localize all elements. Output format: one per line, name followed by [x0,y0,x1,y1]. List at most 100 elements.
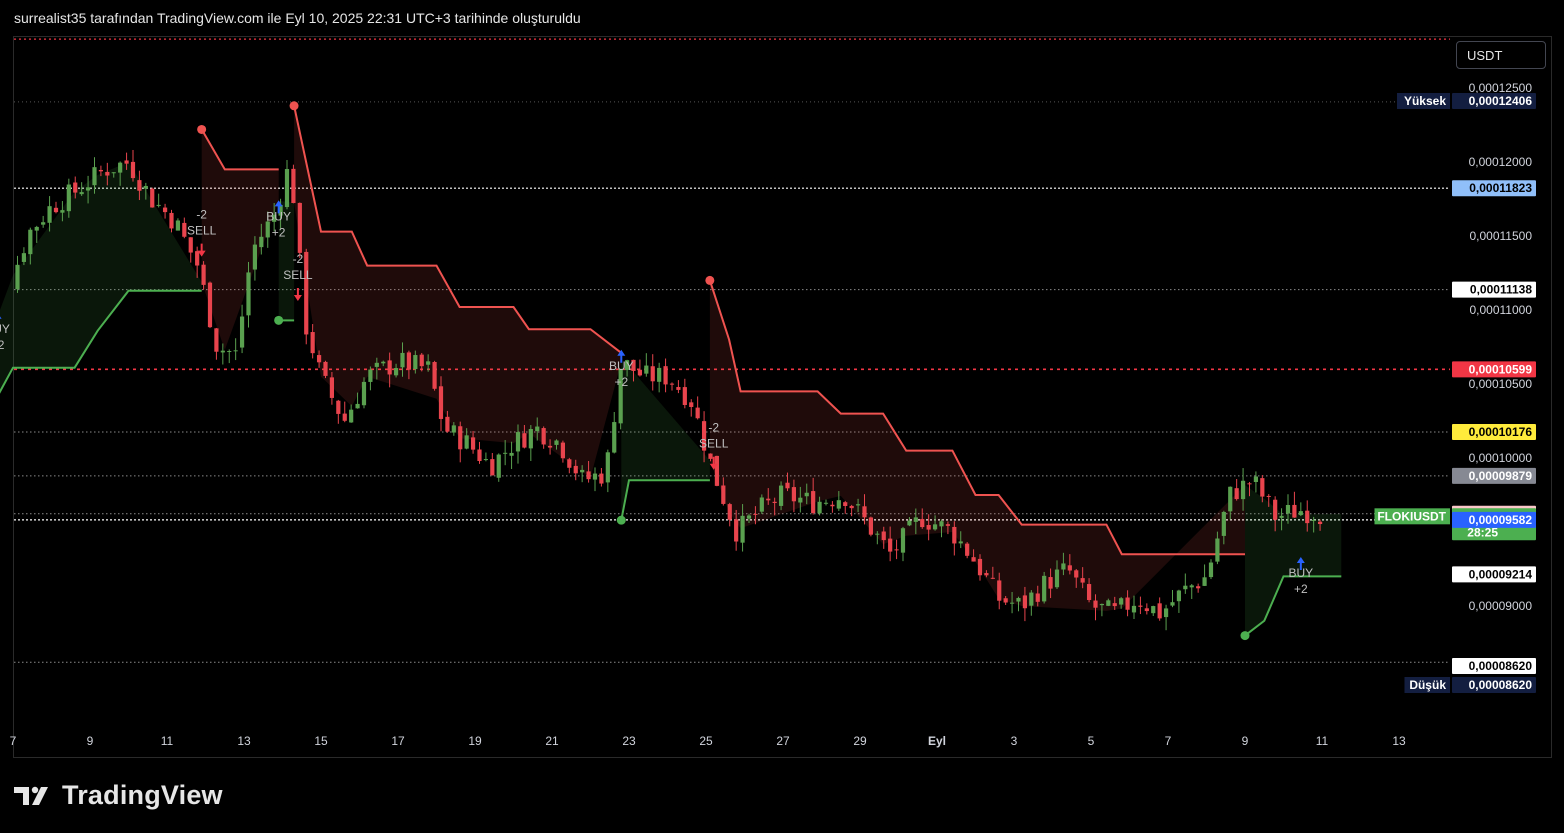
candle-body [130,161,136,179]
candle-body [496,454,501,478]
x-tick-label: 7 [1165,734,1172,748]
candle-body [1183,585,1188,590]
candle-body [445,416,450,432]
candle-body [560,442,566,459]
candle-body [926,525,931,530]
candle-body [1311,520,1316,522]
candle-body [195,251,200,266]
price-chart[interactable]: BUY +2 -2 SELL BUY +2 -2 SELL BUY +2 -2 SELL BUY +2 0,… [0,0,1564,833]
candle-body [875,533,880,535]
x-tick-label: 13 [1392,734,1406,748]
candle-body [118,162,123,173]
candle-body [939,521,944,527]
candle-body [932,524,938,530]
x-tick-label: 5 [1088,734,1095,748]
candle-body [1170,602,1175,606]
candle-body [1022,595,1028,609]
price-badge: 0,00011823 [1452,180,1536,197]
candle-body [73,182,78,193]
candle-body [759,497,764,512]
candle-body [342,413,347,421]
candle-body [393,368,399,376]
candle-body [528,429,533,449]
candle-body [727,504,732,520]
candle-body [766,498,771,501]
candle-body [169,212,174,229]
sell-label: SELL [283,268,313,282]
candle-body [580,469,585,473]
x-tick-label: 11 [1316,734,1329,748]
x-tick-label: Eyl [928,734,946,748]
candle-body [464,435,469,449]
price-badge: 0,00009879 [1452,467,1536,484]
x-tick-label: 11 [161,734,174,748]
price-badge: 0,00008620 Düşük [1404,677,1536,693]
candle-body [657,367,662,382]
candle-body [1208,562,1214,578]
candle-body [823,502,829,504]
price-badge-value: 0,00009582 [1469,513,1533,527]
candle-body [721,485,726,504]
trail-start-dot [705,275,715,285]
candle-body [554,440,559,445]
price-badge-value: 0,00010599 [1469,362,1533,376]
candle-body [381,361,386,364]
candle-body [60,210,65,213]
candle-body [958,541,963,544]
candle-body [605,452,610,483]
tradingview-logo[interactable]: TradingView [14,780,223,811]
candle-body [676,387,681,390]
candle-body [220,350,225,353]
candle-body [182,222,187,237]
candle-body [1305,510,1310,524]
trail-start-dot [289,101,299,111]
candle-body [1317,521,1323,525]
candle-body [1003,598,1008,603]
x-tick-label: 21 [545,734,559,748]
candle-body [746,515,752,519]
candle-body [778,485,784,506]
candle-body [438,386,444,419]
candle-body [503,452,508,454]
candle-body [291,168,296,204]
candle-body [1080,578,1085,583]
candle-body [567,459,572,468]
candle-body [900,528,906,553]
trail-fill-bear [294,105,622,478]
candle-body [1151,606,1156,614]
buy-label: BUY [609,359,634,373]
sell-amount-label: -2 [196,208,207,222]
candle-body [124,160,129,164]
candle-body [708,453,713,459]
x-tick-label: 13 [237,734,251,748]
candle-body [387,360,392,375]
buy-amount-label: +2 [272,225,286,239]
candle-body [753,513,758,515]
sell-amount-label: -2 [293,252,304,266]
candle-body [21,253,27,262]
candle-body [98,169,104,172]
candle-body [265,221,270,238]
candle-body [79,192,84,195]
candle-body [836,500,841,509]
candle-body [143,185,148,189]
candle-body [772,501,777,503]
candle-body [336,400,341,414]
candle-body [798,497,803,503]
candle-body [150,188,155,208]
y-tick-label: 0,00010500 [1469,377,1533,391]
candle-body [175,220,181,231]
candle-body [1253,476,1259,482]
candle-body [714,455,720,486]
candle-body [1074,570,1079,578]
currency-selector[interactable]: USDT [1456,41,1546,69]
tradingview-logo-text: TradingView [62,780,223,810]
candle-body [400,352,405,368]
candle-body [490,459,495,476]
candle-body [53,207,59,213]
candle-body [137,180,142,191]
candle-body [599,473,604,484]
price-badge: 0,00012406 Yüksek [1397,93,1536,109]
candle-body [1035,593,1040,602]
candle-body [1234,488,1239,500]
